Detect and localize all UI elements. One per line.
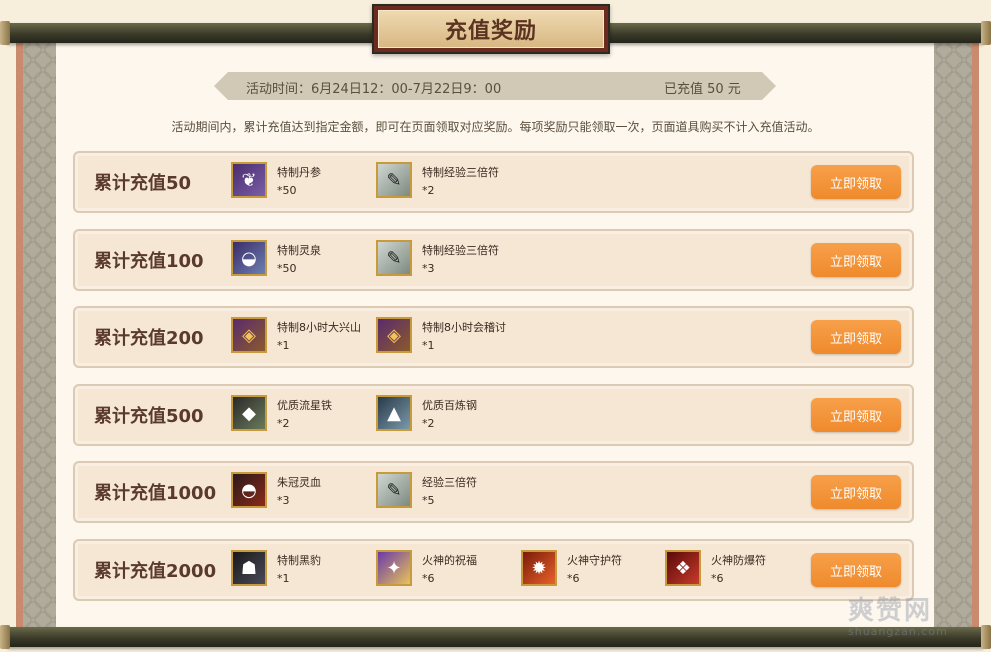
reward-item: ❖ 火神防爆符 *6 — [665, 550, 805, 590]
reward-row: 累计充值500 ◆ 优质流星铁 *2 ▲ 优质百炼钢 *2 立即领取 — [73, 384, 914, 446]
reward-item: ▲ 优质百炼钢 *2 — [376, 395, 516, 435]
exp-scroll-icon[interactable]: ✎ — [376, 240, 412, 276]
item-quantity: *50 — [277, 262, 297, 275]
exp-scroll-icon[interactable]: ✎ — [376, 472, 412, 508]
reward-row: 累计充值100 ◒ 特制灵泉 *50 ✎ 特制经验三倍符 *3 立即领取 — [73, 229, 914, 291]
reward-item: ❦ 特制丹参 *50 — [231, 162, 371, 202]
item-name: 特制8小时会稽讨 — [422, 321, 506, 334]
item-name: 朱冠灵血 — [277, 476, 321, 489]
item-name: 火神防爆符 — [711, 554, 766, 567]
item-quantity: *1 — [277, 339, 290, 352]
item-quantity: *3 — [422, 262, 435, 275]
reward-item: ☗ 特制黑豹 *1 — [231, 550, 371, 590]
item-quantity: *2 — [422, 184, 435, 197]
reward-item: ◆ 优质流星铁 *2 — [231, 395, 371, 435]
item-quantity: *6 — [422, 572, 435, 585]
token-icon[interactable]: ◈ — [376, 317, 412, 353]
blessing-icon[interactable]: ✦ — [376, 550, 412, 586]
item-name: 特制灵泉 — [277, 244, 321, 257]
panther-icon[interactable]: ☗ — [231, 550, 267, 586]
reward-item: ✦ 火神的祝福 *6 — [376, 550, 516, 590]
exp-scroll-icon[interactable]: ✎ — [376, 162, 412, 198]
title-plaque: 充值奖励 — [372, 4, 610, 54]
reward-row: 累计充值2000 ☗ 特制黑豹 *1 ✦ 火神的祝福 *6 ✹ 火神守护符 *6… — [73, 539, 914, 601]
reward-tier-title: 累计充值1000 — [94, 483, 217, 504]
reward-tier-title: 累计充值2000 — [94, 561, 217, 582]
reward-item: ◒ 特制灵泉 *50 — [231, 240, 371, 280]
watermark-text: 爽赞网 — [848, 596, 933, 626]
reward-tier-title: 累计充值50 — [94, 173, 192, 194]
item-name: 特制经验三倍符 — [422, 244, 499, 257]
claim-button[interactable]: 立即领取 — [811, 165, 901, 199]
reward-tier-title: 累计充值200 — [94, 328, 204, 349]
claim-button[interactable]: 立即领取 — [811, 320, 901, 354]
item-quantity: *6 — [567, 572, 580, 585]
bottom-scroll-rod — [0, 625, 991, 649]
reward-row: 累计充值200 ◈ 特制8小时大兴山 *1 ◈ 特制8小时会稽讨 *1 立即领取 — [73, 306, 914, 368]
item-quantity: *50 — [277, 184, 297, 197]
spring-bowl-icon[interactable]: ◒ — [231, 240, 267, 276]
guard-charm-icon[interactable]: ❖ — [665, 550, 701, 586]
paid-amount: 已充值 50 元 — [664, 82, 741, 97]
item-name: 特制黑豹 — [277, 554, 321, 567]
activity-time: 活动时间：6月24日12：00-7月22日9：00 — [246, 82, 502, 97]
steel-icon[interactable]: ▲ — [376, 395, 412, 431]
claim-button[interactable]: 立即领取 — [811, 398, 901, 432]
reward-item: ✎ 经验三倍符 *5 — [376, 472, 516, 512]
item-quantity: *2 — [277, 417, 290, 430]
watermark-url: shuangzan.com — [848, 625, 948, 638]
site-watermark: 爽赞网 shuangzan.com — [848, 590, 978, 640]
item-quantity: *6 — [711, 572, 724, 585]
reward-item: ◈ 特制8小时会稽讨 *1 — [376, 317, 516, 357]
reward-item: ✎ 特制经验三倍符 *2 — [376, 162, 516, 202]
item-name: 火神守护符 — [567, 554, 622, 567]
item-name: 火神的祝福 — [422, 554, 477, 567]
item-name: 优质百炼钢 — [422, 399, 477, 412]
reward-item: ◈ 特制8小时大兴山 *1 — [231, 317, 371, 357]
reward-item: ✎ 特制经验三倍符 *3 — [376, 240, 516, 280]
activity-info-ribbon: 活动时间：6月24日12：00-7月22日9：00 已充值 50 元 — [214, 72, 776, 100]
item-name: 特制8小时大兴山 — [277, 321, 361, 334]
page-title: 充值奖励 — [378, 10, 604, 48]
ginseng-icon[interactable]: ❦ — [231, 162, 267, 198]
blood-bowl-icon[interactable]: ◓ — [231, 472, 267, 508]
token-icon[interactable]: ◈ — [231, 317, 267, 353]
item-quantity: *3 — [277, 494, 290, 507]
claim-button[interactable]: 立即领取 — [811, 553, 901, 587]
item-quantity: *5 — [422, 494, 435, 507]
reward-row: 累计充值1000 ◓ 朱冠灵血 *3 ✎ 经验三倍符 *5 立即领取 — [73, 461, 914, 523]
item-quantity: *1 — [422, 339, 435, 352]
item-quantity: *1 — [277, 572, 290, 585]
charm-icon[interactable]: ✹ — [521, 550, 557, 586]
claim-button[interactable]: 立即领取 — [811, 475, 901, 509]
reward-tier-title: 累计充值100 — [94, 251, 204, 272]
item-name: 经验三倍符 — [422, 476, 477, 489]
activity-description: 活动期间内，累计充值达到指定金额，即可在页面领取对应奖励。每项奖励只能领取一次，… — [171, 120, 820, 134]
item-name: 优质流星铁 — [277, 399, 332, 412]
reward-tier-title: 累计充值500 — [94, 406, 204, 427]
reward-item: ✹ 火神守护符 *6 — [521, 550, 661, 590]
item-name: 特制丹参 — [277, 166, 321, 179]
claim-button[interactable]: 立即领取 — [811, 243, 901, 277]
reward-item: ◓ 朱冠灵血 *3 — [231, 472, 371, 512]
ore-icon[interactable]: ◆ — [231, 395, 267, 431]
item-quantity: *2 — [422, 417, 435, 430]
reward-row: 累计充值50 ❦ 特制丹参 *50 ✎ 特制经验三倍符 *2 立即领取 — [73, 151, 914, 213]
item-name: 特制经验三倍符 — [422, 166, 499, 179]
